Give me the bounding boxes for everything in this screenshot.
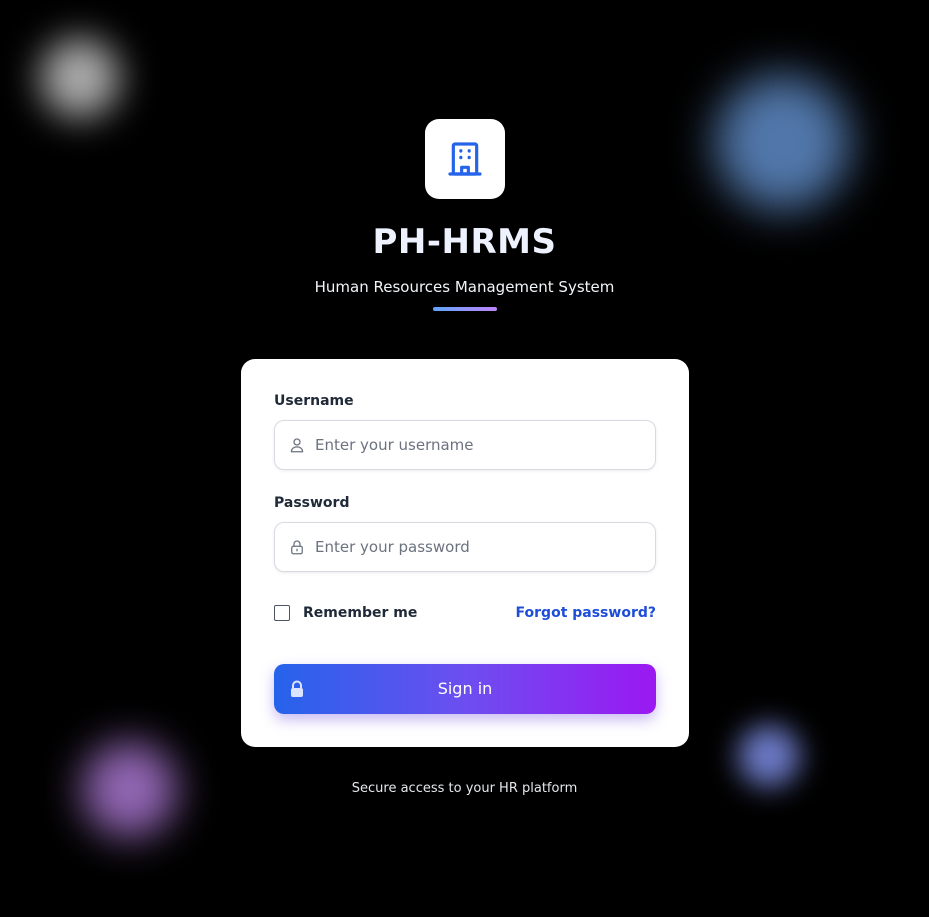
sign-in-button[interactable]: Sign in <box>274 664 656 714</box>
page-subtitle: Human Resources Management System <box>314 278 615 296</box>
forgot-password-link[interactable]: Forgot password? <box>516 605 656 621</box>
password-label: Password <box>274 495 350 511</box>
login-page: PH-HRMS Human Resources Management Syste… <box>0 0 929 917</box>
title-underline <box>433 307 497 311</box>
building-icon <box>448 142 482 176</box>
remember-me-checkbox[interactable] <box>274 605 290 621</box>
username-input[interactable] <box>315 421 645 469</box>
remember-me-label[interactable]: Remember me <box>303 605 417 621</box>
page-title: PH-HRMS <box>372 222 557 262</box>
background-orb <box>40 38 120 118</box>
remember-me-row[interactable]: Remember me <box>274 605 417 621</box>
background-orb <box>715 75 850 210</box>
user-icon <box>290 438 304 453</box>
footer-text: Secure access to your HR platform <box>351 781 578 796</box>
background-orb <box>738 725 800 787</box>
password-field[interactable] <box>274 522 656 572</box>
password-input[interactable] <box>315 523 645 571</box>
app-logo <box>425 119 505 199</box>
username-label: Username <box>274 393 354 409</box>
lock-icon <box>291 540 303 555</box>
username-field[interactable] <box>274 420 656 470</box>
login-card: Username Password Remember me Forgot pas… <box>241 359 689 747</box>
sign-in-label: Sign in <box>437 679 493 698</box>
